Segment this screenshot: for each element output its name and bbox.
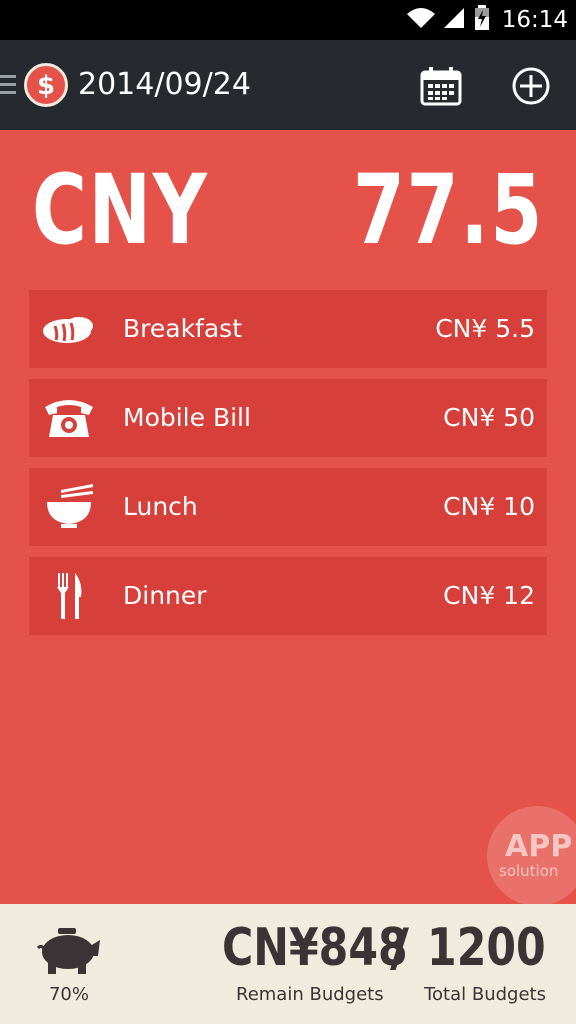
fork-knife-icon (41, 571, 97, 621)
expense-name: Lunch (123, 492, 198, 521)
expense-name: Mobile Bill (123, 403, 251, 432)
telephone-icon (41, 393, 97, 443)
summary-currency: CNY (32, 154, 209, 266)
add-circle-icon (511, 67, 551, 110)
expense-amount: CN¥ 12 (443, 581, 535, 610)
battery-icon (474, 5, 490, 35)
total-budget-label: Total Budgets (424, 984, 546, 1005)
app-solution-watermark: APP solution (487, 806, 576, 906)
remain-budget-label: Remain Budgets (236, 984, 384, 1005)
budget-percent: 70% (48, 984, 89, 1005)
signal-icon (443, 6, 466, 34)
expense-row-mobile-bill[interactable]: Mobile Bill CN¥ 50 (29, 379, 547, 457)
total-budget-value[interactable]: 1200 (427, 918, 546, 978)
calendar-button[interactable] (420, 66, 462, 106)
watermark-line1: APP (505, 829, 573, 864)
noodle-bowl-icon (41, 482, 97, 532)
expense-amount: CN¥ 5.5 (435, 314, 535, 343)
expense-amount: CN¥ 50 (443, 403, 535, 432)
calendar-icon (420, 67, 462, 110)
expense-name: Breakfast (123, 314, 243, 343)
budget-separator: / (390, 918, 409, 978)
menu-icon[interactable] (0, 75, 16, 95)
toolbar: $ 2014/09/24 (0, 40, 576, 130)
status-bar: 16:14 (0, 0, 576, 40)
wifi-icon (406, 6, 436, 34)
summary-total: 77.5 (353, 154, 544, 266)
remain-budget-value: CN¥848 (222, 918, 408, 978)
status-time: 16:14 (501, 7, 568, 33)
piggy-bank-icon[interactable] (36, 926, 102, 978)
expense-row-breakfast[interactable]: Breakfast CN¥ 5.5 (29, 290, 547, 368)
expense-list: Breakfast CN¥ 5.5 Mobile Bill CN¥ 50 Lun… (29, 290, 547, 646)
svg-text:$: $ (37, 71, 55, 101)
bread-icon (41, 304, 97, 354)
dollar-logo-icon: $ (24, 63, 68, 107)
expense-row-dinner[interactable]: Dinner CN¥ 12 (29, 557, 547, 635)
expense-amount: CN¥ 10 (443, 492, 535, 521)
budget-bar: 70% CN¥848 / 1200 Remain Budgets Total B… (0, 904, 576, 1024)
expense-name: Dinner (123, 581, 207, 610)
toolbar-date[interactable]: 2014/09/24 (78, 64, 251, 106)
expense-row-lunch[interactable]: Lunch CN¥ 10 (29, 468, 547, 546)
watermark-line2: solution (499, 862, 559, 880)
add-expense-button[interactable] (511, 66, 551, 106)
